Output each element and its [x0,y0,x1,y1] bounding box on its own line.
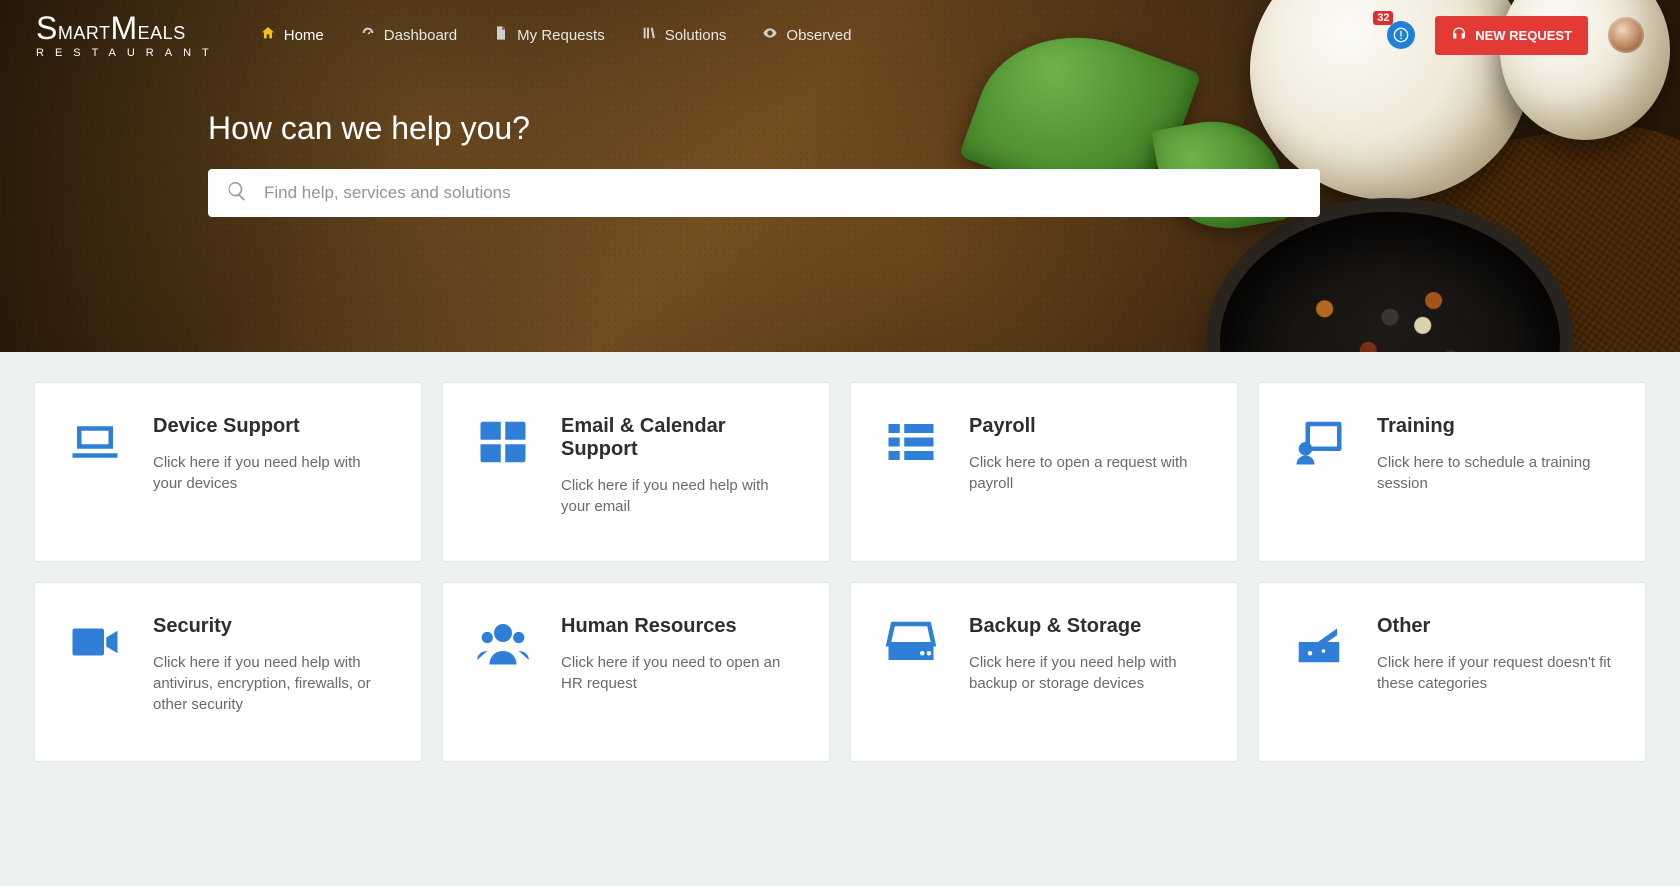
card-description: Click here if you need to open an HR req… [561,652,801,694]
card-description: Click here if you need help with your em… [561,475,801,517]
storage-icon [879,615,943,669]
card-title: Security [153,615,393,638]
search-icon [226,180,264,207]
card-body: Training Click here to schedule a train­… [1377,415,1617,494]
nav-item-label: My Requests [517,27,605,44]
nav-item-label: Dashboard [384,27,457,44]
books-icon [641,25,657,45]
new-request-button[interactable]: NEW REQUEST [1435,16,1588,55]
hero-title: How can we help you? [208,110,1320,147]
gauge-icon [360,25,376,45]
training-icon [1287,415,1351,469]
top-navbar: SmartMeals RESTAURANT Home Dashboard My … [0,0,1680,70]
nav-item-home[interactable]: Home [260,25,324,45]
card-title: Email & Calendar Support [561,415,801,461]
wedge-icon [1287,615,1351,669]
card-title: Device Support [153,415,393,438]
nav-item-label: Observed [786,27,851,44]
card-payroll[interactable]: Payroll Click here to open a request wit… [850,382,1238,562]
card-body: Security Click here if you need help wit… [153,615,393,715]
card-title: Payroll [969,415,1209,438]
card-training[interactable]: Training Click here to schedule a train­… [1258,382,1646,562]
card-title: Training [1377,415,1617,438]
card-body: Email & Calendar Support Click here if y… [561,415,801,517]
nav-item-my-requests[interactable]: My Requests [493,25,605,45]
nav-item-dashboard[interactable]: Dashboard [360,25,457,45]
card-body: Human Resources Click here if you need t… [561,615,801,694]
nav-item-label: Solutions [665,27,727,44]
card-device-support[interactable]: Device Support Click here if you need he… [34,382,422,562]
nav-item-label: Home [284,27,324,44]
category-cards-grid: Device Support Click here if you need he… [0,352,1680,812]
nav-item-observed[interactable]: Observed [762,25,851,45]
card-description: Click here if you need help with backup … [969,652,1209,694]
laptop-icon [63,415,127,469]
card-backup-storage[interactable]: Backup & Storage Click here if you need … [850,582,1238,762]
card-description: Click here if you need help with your de… [153,452,393,494]
people-icon [471,615,535,669]
card-body: Backup & Storage Click here if you need … [969,615,1209,694]
card-description: Click here if your request doesn't fit t… [1377,652,1617,694]
card-email-calendar[interactable]: Email & Calendar Support Click here if y… [442,382,830,562]
document-icon [493,25,509,45]
card-description: Click here to schedule a train­ing sessi… [1377,452,1617,494]
video-icon [63,615,127,669]
notification-count-badge: 32 [1373,11,1393,25]
card-body: Payroll Click here to open a request wit… [969,415,1209,494]
card-human-resources[interactable]: Human Resources Click here if you need t… [442,582,830,762]
search-bar[interactable] [208,169,1320,217]
home-icon [260,25,276,45]
card-title: Backup & Storage [969,615,1209,638]
brand-logo[interactable]: SmartMeals RESTAURANT [36,12,220,59]
card-other[interactable]: Other Click here if your request doesn't… [1258,582,1646,762]
alert-icon [1387,21,1415,49]
brand-name: SmartMeals [36,12,220,44]
notifications-button[interactable]: 32 [1387,21,1415,49]
nav-menu: Home Dashboard My Requests Solutions Obs… [260,25,852,45]
eye-icon [762,25,778,45]
card-description: Click here to open a request with payrol… [969,452,1209,494]
card-description: Click here if you need help with antivir… [153,652,393,715]
list-icon [879,415,943,469]
card-title: Human Resources [561,615,801,638]
calendar-grid-icon [471,415,535,469]
hero-content: How can we help you? [208,110,1320,217]
headset-icon [1451,26,1467,45]
card-title: Other [1377,615,1617,638]
user-avatar[interactable] [1608,17,1644,53]
search-input[interactable] [264,169,1302,217]
nav-right: 32 NEW REQUEST [1387,16,1644,55]
new-request-label: NEW REQUEST [1475,28,1572,43]
card-body: Device Support Click here if you need he… [153,415,393,494]
brand-subtitle: RESTAURANT [36,48,220,59]
nav-item-solutions[interactable]: Solutions [641,25,727,45]
card-security[interactable]: Security Click here if you need help wit… [34,582,422,762]
card-body: Other Click here if your request doesn't… [1377,615,1617,694]
hero-banner: SmartMeals RESTAURANT Home Dashboard My … [0,0,1680,352]
